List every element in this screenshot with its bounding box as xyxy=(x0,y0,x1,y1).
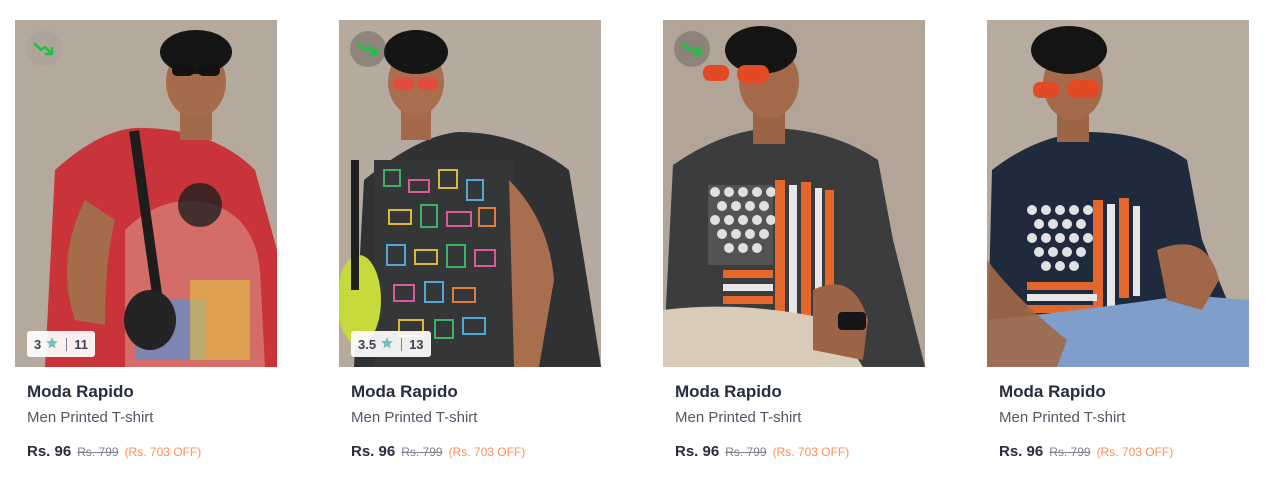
product-photo xyxy=(15,20,277,367)
product-grid: 3 11 Moda Rapido Men Printed T-shirt Rs.… xyxy=(0,0,1280,482)
product-brand: Moda Rapido xyxy=(351,382,458,401)
product-card[interactable]: 3 11 Moda Rapido Men Printed T-shirt Rs.… xyxy=(15,20,277,470)
rating-value: 3 xyxy=(34,336,42,352)
price-drop-badge xyxy=(674,31,710,67)
product-image[interactable] xyxy=(663,20,925,367)
price-drop-badge xyxy=(350,31,386,67)
product-photo xyxy=(663,20,925,367)
product-card[interactable]: Moda Rapido Men Printed T-shirt Rs. 96 R… xyxy=(663,20,925,470)
price-row: Rs. 96 Rs. 799 (Rs. 703 OFF) xyxy=(351,443,525,460)
product-name: Men Printed T-shirt xyxy=(999,409,1126,426)
product-discount: (Rs. 703 OFF) xyxy=(124,445,202,459)
rating-divider xyxy=(401,337,403,351)
rating-count: 13 xyxy=(409,336,424,352)
product-card[interactable]: 3.5 13 Moda Rapido Men Printed T-shirt R… xyxy=(339,20,601,470)
price-row: Rs. 96 Rs. 799 (Rs. 703 OFF) xyxy=(675,443,849,460)
product-price: Rs. 96 xyxy=(27,443,72,460)
product-name: Men Printed T-shirt xyxy=(351,409,478,426)
product-discount: (Rs. 703 OFF) xyxy=(772,445,850,459)
product-mrp: Rs. 799 xyxy=(77,445,119,459)
rating-divider xyxy=(66,337,68,351)
star-icon xyxy=(380,336,394,353)
rating-count: 11 xyxy=(74,336,88,352)
price-drop-icon xyxy=(33,42,54,56)
product-photo xyxy=(987,20,1249,367)
product-price: Rs. 96 xyxy=(999,443,1044,460)
product-photo xyxy=(339,20,601,367)
rating-badge: 3.5 13 xyxy=(351,331,431,357)
product-price: Rs. 96 xyxy=(351,443,396,460)
product-mrp: Rs. 799 xyxy=(725,445,767,459)
product-brand: Moda Rapido xyxy=(999,382,1106,401)
product-image[interactable]: 3 11 xyxy=(15,20,277,367)
product-discount: (Rs. 703 OFF) xyxy=(448,445,526,459)
product-brand: Moda Rapido xyxy=(675,382,782,401)
price-row: Rs. 96 Rs. 799 (Rs. 703 OFF) xyxy=(27,443,201,460)
product-mrp: Rs. 799 xyxy=(401,445,443,459)
product-brand: Moda Rapido xyxy=(27,382,134,401)
product-mrp: Rs. 799 xyxy=(1049,445,1091,459)
rating-value: 3.5 xyxy=(358,336,377,352)
price-drop-icon xyxy=(357,42,378,56)
product-discount: (Rs. 703 OFF) xyxy=(1096,445,1174,459)
product-image[interactable]: 3.5 13 xyxy=(339,20,601,367)
price-drop-icon xyxy=(681,42,702,56)
product-name: Men Printed T-shirt xyxy=(27,409,154,426)
product-image[interactable] xyxy=(987,20,1249,367)
star-icon xyxy=(45,336,59,353)
price-row: Rs. 96 Rs. 799 (Rs. 703 OFF) xyxy=(999,443,1173,460)
price-drop-badge xyxy=(26,31,62,67)
rating-badge: 3 11 xyxy=(27,331,95,357)
product-name: Men Printed T-shirt xyxy=(675,409,802,426)
product-price: Rs. 96 xyxy=(675,443,720,460)
product-card[interactable]: Moda Rapido Men Printed T-shirt Rs. 96 R… xyxy=(987,20,1249,470)
